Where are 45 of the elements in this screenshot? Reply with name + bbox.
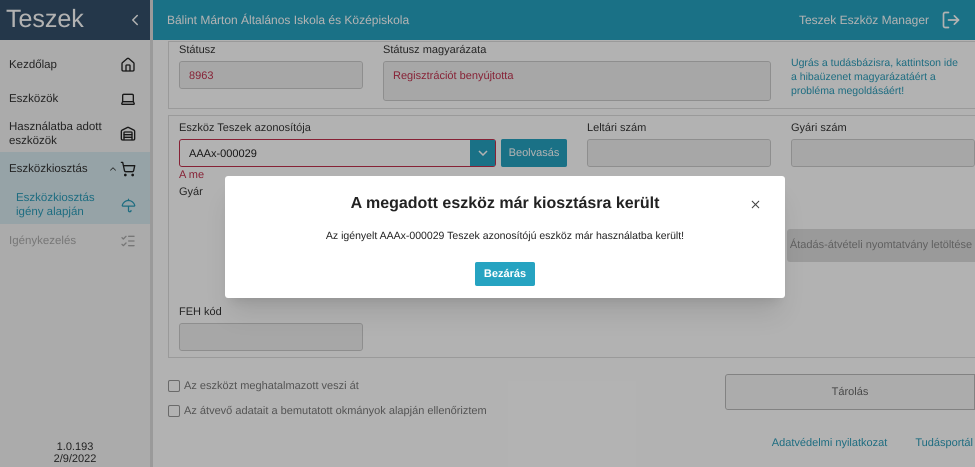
input-field[interactable] — [179, 323, 363, 351]
sidebar-item[interactable]: Eszközkiosztás — [0, 152, 150, 186]
building-icon — [120, 126, 136, 142]
error-text: A me — [179, 169, 204, 182]
umbrella-icon — [121, 198, 136, 212]
version-text: 1.0.193 — [56, 441, 94, 453]
modal-message: Az igényelt AAAx-000029 Teszek azonosítójú eszköz már használatba került! — [326, 229, 684, 244]
close-button[interactable]: Bezárás — [474, 262, 536, 286]
input-field[interactable] — [791, 139, 975, 167]
home-icon — [120, 57, 136, 73]
help-link[interactable]: Ugrás a tudásbázisra, kattintson ide a hibaüzenet magyarázatáért a probléma megoldásáért! — [791, 56, 966, 108]
sidebar-item[interactable]: Eszközök — [0, 82, 150, 116]
close-icon[interactable] — [749, 198, 762, 211]
checkbox-label: Az eszközt meghatalmazott veszi át — [184, 379, 359, 394]
checkbox[interactable] — [168, 380, 180, 392]
footer-link[interactable]: Tudásportál — [915, 435, 973, 452]
sidebar-item[interactable]: Használatba adott eszközök — [0, 116, 150, 152]
footer-link[interactable]: Adatvédelmi nyilatkozat — [772, 435, 888, 452]
checkbox[interactable] — [168, 404, 180, 417]
field-label: Státusz — [179, 44, 217, 57]
select-field[interactable]: AAAx-000029 — [179, 139, 496, 167]
date-text: 2/9/2022 — [54, 453, 96, 465]
input-field[interactable]: 8963 — [179, 61, 363, 89]
scan-button[interactable]: Beolvasás — [501, 139, 567, 167]
logout-icon[interactable] — [941, 10, 961, 30]
input-field[interactable] — [587, 139, 771, 167]
input-field[interactable]: Regisztrációt benyújtotta — [383, 61, 771, 101]
checkbox-label: Az átvevő adatait a bemutatott okmányok alapján ellenőriztem — [184, 404, 487, 418]
save-button[interactable]: Tárolás — [725, 374, 975, 410]
school-title: Bálint Márton Általános Iskola és Középiskola — [167, 12, 410, 29]
field-label: Gyári szám — [791, 122, 848, 135]
brand-title: Teszek — [6, 4, 84, 36]
sidebar-subitem[interactable]: Eszközkiosztás igény alapján — [0, 186, 150, 224]
app-name: Teszek Eszköz Manager — [798, 12, 929, 29]
modal-title: A megadott eszköz már kiosztásra került — [350, 194, 660, 214]
laptop-icon — [120, 91, 136, 107]
field-label: Eszköz Teszek azonosítója — [179, 122, 312, 135]
dropdown-icon — [478, 150, 488, 156]
checklist-icon — [120, 233, 136, 249]
field-label: Státusz magyarázata — [383, 44, 488, 57]
cart-icon — [120, 161, 136, 177]
sidebar-item[interactable]: Kezdőlap — [0, 48, 150, 82]
field-label: FEH kód — [179, 306, 223, 319]
field-label: Gyár — [179, 186, 203, 199]
field-label: Leltári szám — [587, 122, 648, 135]
